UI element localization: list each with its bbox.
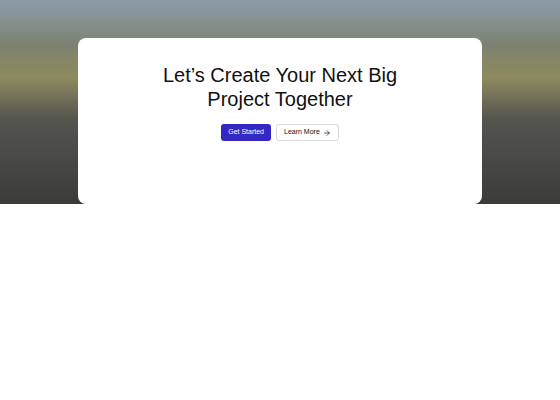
arrow-right-icon [323, 129, 331, 137]
page: Let’s Create Your Next Big Project Toget… [0, 0, 560, 400]
hero-heading: Let’s Create Your Next Big Project Toget… [135, 63, 425, 111]
button-row: Get Started Learn More [221, 124, 339, 141]
get-started-button[interactable]: Get Started [221, 124, 271, 141]
learn-more-label: Learn More [284, 127, 320, 138]
hero-section: Let’s Create Your Next Big Project Toget… [0, 0, 560, 204]
hero-card: Let’s Create Your Next Big Project Toget… [78, 38, 482, 204]
learn-more-button[interactable]: Learn More [276, 124, 339, 141]
